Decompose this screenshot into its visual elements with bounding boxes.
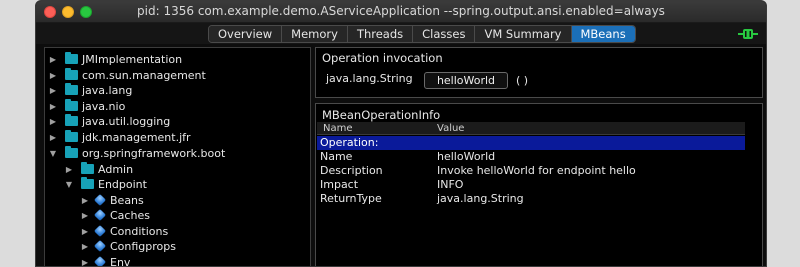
tree-item-label: Beans xyxy=(110,194,144,207)
tree-item-label: Admin xyxy=(98,163,134,176)
expand-arrow-icon[interactable]: ▶ xyxy=(81,255,89,266)
collapse-arrow-icon[interactable]: ▼ xyxy=(65,177,73,192)
tab-classes[interactable]: Classes xyxy=(413,26,476,42)
expand-arrow-icon[interactable]: ▶ xyxy=(49,83,57,98)
expand-arrow-icon[interactable]: ▶ xyxy=(81,193,89,208)
section-title: Operation invocation xyxy=(322,51,443,65)
cell-name: Operation: xyxy=(320,136,379,149)
expand-arrow-icon[interactable]: ▶ xyxy=(81,208,89,223)
tab-threads[interactable]: Threads xyxy=(347,26,414,42)
cell-name: Description xyxy=(320,164,383,177)
expand-arrow-icon[interactable]: ▶ xyxy=(65,162,73,177)
table-header: Name Value xyxy=(317,122,745,135)
folder-icon xyxy=(65,114,78,126)
bean-icon xyxy=(93,193,107,207)
folder-icon xyxy=(65,83,78,95)
tab-overview[interactable]: Overview xyxy=(209,26,283,42)
tab-vm-summary[interactable]: VM Summary xyxy=(475,26,572,42)
table-row[interactable]: Name helloWorld xyxy=(317,150,745,164)
tree-item-beans[interactable]: ▶ Beans xyxy=(81,193,144,208)
expand-arrow-icon[interactable]: ▶ xyxy=(49,52,57,67)
tab-memory[interactable]: Memory xyxy=(282,26,348,42)
table-row[interactable]: Description Invoke helloWorld for endpoi… xyxy=(317,164,745,178)
folder-icon xyxy=(81,162,94,174)
detail-panel: Operation invocation java.lang.String he… xyxy=(315,47,766,266)
column-header-name[interactable]: Name xyxy=(323,122,353,135)
bean-icon xyxy=(93,208,107,222)
tree-item-label: com.sun.management xyxy=(82,69,206,82)
tab-list: Overview Memory Threads Classes VM Summa… xyxy=(208,25,636,43)
tree-item-label: JMImplementation xyxy=(82,53,183,66)
folder-icon xyxy=(65,130,78,142)
cell-name: ReturnType xyxy=(320,192,382,205)
table-row[interactable]: ReturnType java.lang.String xyxy=(317,192,745,206)
folder-icon xyxy=(65,52,78,64)
tree-item-endpoint[interactable]: ▼ Endpoint xyxy=(65,177,147,192)
tree-item-configprops[interactable]: ▶ Configprops xyxy=(81,239,176,254)
cell-name: Name xyxy=(320,150,353,163)
cell-value: java.lang.String xyxy=(437,192,524,205)
tree-item-admin[interactable]: ▶ Admin xyxy=(65,162,133,177)
tree-item-com-sun-management[interactable]: ▶ com.sun.management xyxy=(49,68,206,83)
bean-icon xyxy=(93,224,107,238)
expand-arrow-icon[interactable]: ▶ xyxy=(49,99,57,114)
tree-item-label: java.nio xyxy=(82,100,126,113)
tree-item-label: Caches xyxy=(110,209,150,222)
tree-item-label: jdk.management.jfr xyxy=(82,131,191,144)
expand-arrow-icon[interactable]: ▶ xyxy=(81,239,89,254)
tab-mbeans[interactable]: MBeans xyxy=(571,26,635,42)
tree-item-java-util-logging[interactable]: ▶ java.util.logging xyxy=(49,114,170,129)
folder-icon xyxy=(81,177,94,189)
table-row[interactable]: Operation: xyxy=(317,136,745,150)
operation-invocation-panel: Operation invocation java.lang.String he… xyxy=(315,47,763,98)
expand-arrow-icon[interactable]: ▶ xyxy=(81,224,89,239)
tree-item-label: Env xyxy=(110,256,131,267)
return-type-label: java.lang.String xyxy=(326,72,413,85)
folder-icon xyxy=(65,68,78,80)
tree-item-label: Conditions xyxy=(110,225,169,238)
tree-item-label: Endpoint xyxy=(98,178,147,191)
cell-value: Invoke helloWorld for endpoint hello xyxy=(437,164,636,177)
tree-item-env[interactable]: ▶ Env xyxy=(81,255,131,267)
bean-icon xyxy=(93,255,107,266)
connection-icon xyxy=(738,29,758,39)
cell-value: helloWorld xyxy=(437,150,496,163)
tree-item-label: java.util.logging xyxy=(82,115,171,128)
tree-item-java-lang[interactable]: ▶ java.lang xyxy=(49,83,132,98)
tree-item-org-springframework-boot[interactable]: ▼ org.springframework.boot xyxy=(49,146,225,161)
expand-arrow-icon[interactable]: ▶ xyxy=(49,130,57,145)
invoke-operation-button[interactable]: helloWorld xyxy=(424,72,508,89)
folder-icon xyxy=(65,99,78,111)
cell-value: INFO xyxy=(437,178,464,191)
section-title: MBeanOperationInfo xyxy=(322,108,441,122)
title-bar: pid: 1356 com.example.demo.AServiceAppli… xyxy=(36,1,766,23)
tree-item-jdk-management-jfr[interactable]: ▶ jdk.management.jfr xyxy=(49,130,191,145)
tree-item-conditions[interactable]: ▶ Conditions xyxy=(81,224,168,239)
tree-item-label: Configprops xyxy=(110,240,176,253)
bean-icon xyxy=(93,239,107,253)
cell-name: Impact xyxy=(320,178,359,191)
app-window: pid: 1356 com.example.demo.AServiceAppli… xyxy=(35,0,767,267)
expand-arrow-icon[interactable]: ▶ xyxy=(49,68,57,83)
column-header-value[interactable]: Value xyxy=(437,122,464,135)
params-label: ( ) xyxy=(516,74,529,87)
table-row[interactable]: Impact INFO xyxy=(317,178,745,192)
tree-item-label: org.springframework.boot xyxy=(82,147,226,160)
window-title: pid: 1356 com.example.demo.AServiceAppli… xyxy=(137,4,665,18)
collapse-arrow-icon[interactable]: ▼ xyxy=(49,146,57,161)
expand-arrow-icon[interactable]: ▶ xyxy=(49,114,57,129)
tree-item-label: java.lang xyxy=(82,84,133,97)
tree-item-caches[interactable]: ▶ Caches xyxy=(81,208,150,223)
mbean-tree: ▶ JMImplementation ▶ com.sun.management ▶ j… xyxy=(44,47,311,267)
folder-icon xyxy=(65,146,78,158)
tree-item-java-nio[interactable]: ▶ java.nio xyxy=(49,99,125,114)
tree-item-jmimplementation[interactable]: ▶ JMImplementation xyxy=(49,52,182,67)
tab-bar: Overview Memory Threads Classes VM Summa… xyxy=(36,23,766,44)
